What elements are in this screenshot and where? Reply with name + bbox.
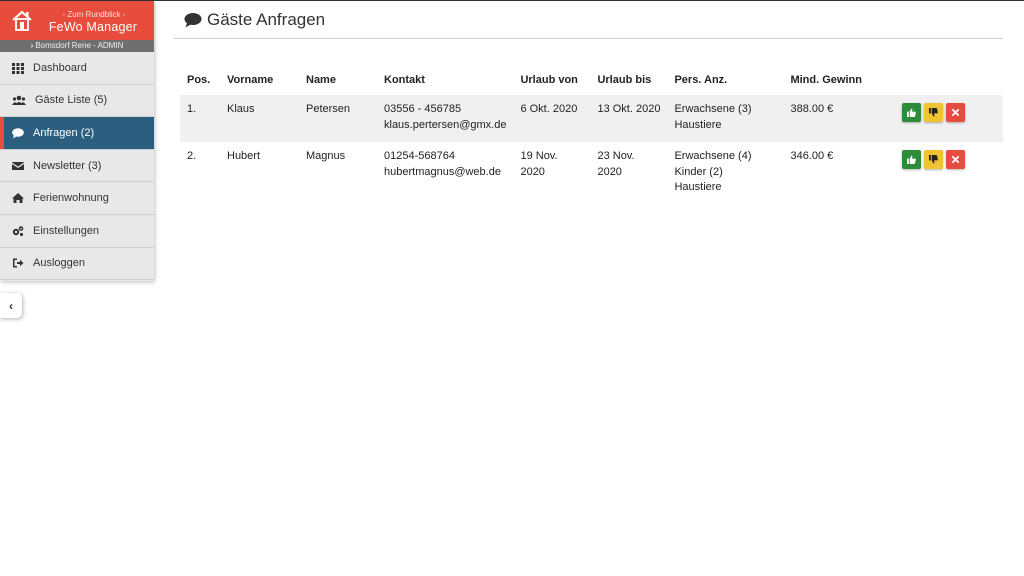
accept-button[interactable] — [902, 150, 922, 169]
sidebar: - Zum Rundblick - FeWo Manager › Bomsdorf… — [0, 1, 154, 281]
cell-kontakt: 01254-568764 hubertmagnus@web.de — [377, 142, 513, 198]
sidebar-item-label: Dashboard — [33, 61, 87, 74]
cell-name: Magnus — [306, 150, 346, 162]
cell-urlaub-von: 19 Nov. 2020 — [520, 150, 558, 178]
envelope-icon — [12, 161, 24, 170]
column-header-mind-gewinn: Mind. Gewinn — [790, 74, 862, 86]
cell-vorname: Hubert — [227, 150, 261, 162]
column-header-name: Name — [306, 74, 336, 86]
close-icon — [952, 155, 960, 164]
comment-icon — [12, 128, 24, 139]
cell-kontakt: 03556 - 456785 klaus.pertersen@gmx.de — [377, 95, 513, 142]
cell-mind-gewinn: 388.00 € — [790, 103, 834, 115]
users-icon — [12, 96, 26, 106]
cell-urlaub-bis: 13 Okt. 2020 — [597, 103, 661, 115]
sidebar-item-label: Ausloggen — [33, 257, 85, 270]
cell-urlaub-von: 6 Okt. 2020 — [520, 103, 578, 115]
chevron-left-icon: ‹ — [9, 298, 13, 313]
contact-phone: 03556 - 456785 — [384, 103, 462, 115]
column-header-vorname: Vorname — [227, 74, 274, 86]
thumbs-down-icon — [929, 108, 939, 117]
contact-email: klaus.pertersen@gmx.de — [384, 118, 507, 131]
person-line: Haustiere — [674, 118, 722, 131]
sidebar-item-logout[interactable]: Ausloggen — [0, 248, 154, 281]
brand-subtitle: - Zum Rundblick - — [62, 10, 126, 19]
delete-button[interactable] — [946, 150, 966, 169]
cell-vorname: Klaus — [227, 103, 255, 115]
page-title: Gäste Anfragen — [207, 9, 326, 29]
sidebar-item-newsletter[interactable]: Newsletter (3) — [0, 150, 154, 183]
column-header-actions — [895, 70, 1003, 95]
cogs-icon — [12, 225, 24, 236]
column-header-pers-anz: Pers. Anz. — [674, 74, 728, 86]
sidebar-item-label: Anfragen (2) — [33, 126, 95, 139]
cell-pers-anz: Erwachsene (3) Haustiere — [667, 95, 783, 142]
sidebar-item-requests[interactable]: Anfragen (2) — [0, 117, 154, 150]
cell-name: Petersen — [306, 103, 351, 115]
table-row: 1. Klaus Petersen 03556 - 456785 klaus.p… — [180, 95, 1003, 142]
person-line: Erwachsene (3) — [674, 103, 752, 115]
cell-actions — [895, 142, 1003, 198]
sidebar-item-label: Einstellungen — [33, 224, 100, 237]
thumbs-up-icon — [907, 155, 917, 164]
sidebar-item-label: Ferienwohnung — [33, 192, 109, 205]
house-logo-icon — [12, 10, 32, 31]
cell-urlaub-bis: 23 Nov. 2020 — [597, 150, 635, 178]
contact-phone: 01254-568764 — [384, 150, 455, 162]
cell-pos: 1. — [187, 103, 197, 115]
brand-header[interactable]: - Zum Rundblick - FeWo Manager — [0, 1, 154, 40]
column-header-kontakt: Kontakt — [384, 74, 425, 86]
person-line: Erwachsene (4) — [674, 150, 752, 162]
contact-email: hubertmagnus@web.de — [384, 165, 501, 178]
sidebar-item-settings[interactable]: Einstellungen — [0, 215, 154, 248]
close-icon — [952, 108, 960, 117]
grid-icon — [12, 62, 24, 74]
cell-mind-gewinn: 346.00 € — [790, 150, 834, 162]
sidebar-item-dashboard[interactable]: Dashboard — [0, 52, 154, 85]
column-header-urlaub-von: Urlaub von — [520, 74, 578, 86]
table-header-row: Pos. Vorname Name Kontakt Urlaub von Url… — [180, 70, 1003, 95]
person-line: Kinder (2) — [674, 165, 723, 178]
sidebar-item-label: Newsletter (3) — [33, 159, 102, 172]
column-header-urlaub-bis: Urlaub bis — [597, 74, 652, 86]
cell-actions — [895, 95, 1003, 142]
home-icon — [12, 193, 24, 204]
accept-button[interactable] — [902, 103, 922, 122]
decline-button[interactable] — [924, 150, 944, 169]
decline-button[interactable] — [924, 103, 944, 122]
table-row: 2. Hubert Magnus 01254-568764 hubertmagn… — [180, 142, 1003, 198]
thumbs-down-icon — [929, 155, 939, 164]
cell-pers-anz: Erwachsene (4) Kinder (2) Haustiere — [667, 142, 783, 198]
thumbs-up-icon — [907, 108, 917, 117]
sidebar-item-apartment[interactable]: Ferienwohnung — [0, 182, 154, 215]
page-header: Gäste Anfragen — [174, 1, 1003, 39]
comment-icon — [184, 12, 202, 27]
sidebar-collapse-button[interactable]: ‹ — [0, 293, 22, 318]
cell-pos: 2. — [187, 150, 197, 162]
sidebar-item-guests[interactable]: Gäste Liste (5) — [0, 85, 154, 118]
requests-table: Pos. Vorname Name Kontakt Urlaub von Url… — [180, 70, 1003, 198]
user-name: Bomsdorf Rene - ADMIN — [35, 41, 124, 50]
sidebar-item-label: Gäste Liste (5) — [35, 94, 108, 107]
column-header-pos: Pos. — [187, 74, 211, 86]
chevron-right-icon: › — [30, 41, 34, 50]
delete-button[interactable] — [946, 103, 966, 122]
user-bar[interactable]: › Bomsdorf Rene - ADMIN — [0, 40, 154, 52]
brand-title: FeWo Manager — [48, 20, 138, 34]
main-content: Gäste Anfragen Pos. Vorname Name Kontakt… — [174, 1, 1003, 193]
person-line: Haustiere — [674, 181, 722, 193]
sign-out-icon — [13, 258, 24, 268]
